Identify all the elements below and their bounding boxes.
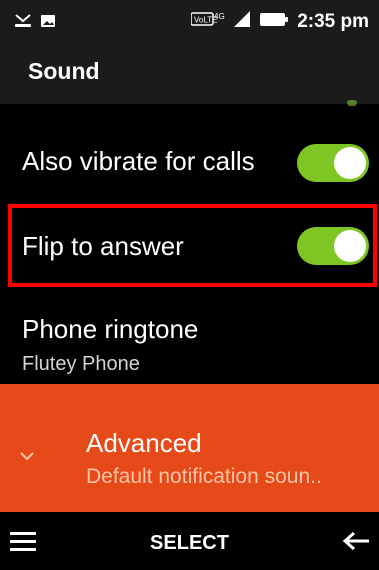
status-right-icons: VoLTE 4G 2:35 pm [190,10,369,33]
setting-label-vibrate-calls: Also vibrate for calls [22,146,255,176]
select-softkey[interactable]: SELECT [0,532,379,555]
partial-toggle-indicator [347,100,357,106]
setting-label-phone-ringtone: Phone ringtone [22,314,199,344]
toggle-knob [334,147,366,179]
svg-text:4G: 4G [214,12,225,21]
signal-icon [233,10,251,33]
toggle-flip-to-answer[interactable] [297,227,369,265]
status-left-icons [14,13,56,34]
image-notification-icon [40,13,56,34]
setting-label-flip-to-answer: Flip to answer [22,231,184,261]
toggle-vibrate-calls[interactable] [297,144,369,182]
chevron-down-icon[interactable] [20,448,34,466]
volte-icon: VoLTE 4G [190,10,225,33]
status-bar: VoLTE 4G 2:35 pm [0,0,379,44]
battery-icon [259,10,289,33]
advanced-title: Advanced [86,428,202,458]
setting-row-vibrate-calls[interactable]: Also vibrate for calls [0,116,379,212]
page-title: Sound [28,58,100,84]
setting-row-phone-ringtone[interactable]: Phone ringtone Flutey Phone [0,288,379,384]
arrow-left-icon[interactable] [342,531,370,556]
status-time: 2:35 pm [297,10,369,32]
setting-row-flip-to-answer[interactable]: Flip to answer [0,204,379,288]
setting-sub-phone-ringtone: Flutey Phone [22,353,140,375]
toggle-knob [334,230,366,262]
advanced-subtitle: Default notification soun.. [86,465,322,488]
missed-call-icon [14,13,32,34]
